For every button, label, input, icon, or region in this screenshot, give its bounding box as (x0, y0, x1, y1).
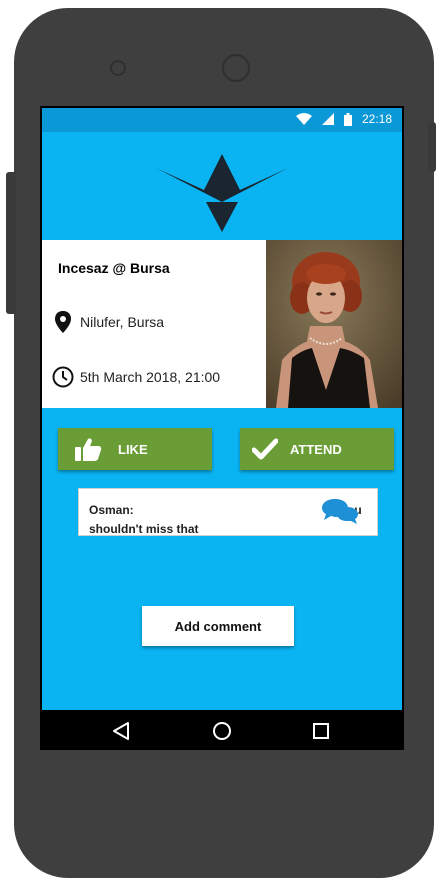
like-button[interactable]: LIKE (58, 428, 212, 470)
battery-icon (343, 112, 352, 126)
add-comment-button[interactable]: Add comment (142, 606, 294, 646)
event-location-text: Nilufer, Bursa (80, 314, 165, 330)
speaker-icon (110, 60, 126, 76)
location-pin-icon (55, 311, 71, 333)
volume-button[interactable] (6, 172, 16, 314)
comment-text: shouldn't miss that (89, 522, 199, 536)
wifi-icon (295, 113, 312, 125)
status-time: 22:18 (361, 112, 392, 126)
signal-icon (321, 113, 334, 125)
event-location: Nilufer, Bursa (52, 310, 164, 334)
bird-logo-icon (156, 154, 288, 232)
event-card[interactable]: Incesaz @ Bursa Nilufer, Bursa 5th March… (42, 240, 266, 408)
comment-author: Osman: (89, 503, 134, 517)
thumbs-up-icon (75, 438, 102, 461)
clock-icon (52, 366, 74, 388)
status-bar: 22:18 (42, 108, 402, 132)
recents-icon[interactable] (312, 722, 330, 740)
power-button[interactable] (428, 122, 436, 172)
attend-button[interactable]: ATTEND (240, 428, 394, 470)
navigation-bar (40, 710, 404, 750)
camera-icon (222, 54, 250, 82)
app-content: Incesaz @ Bursa Nilufer, Bursa 5th March… (42, 132, 402, 710)
event-title: Incesaz @ Bursa (58, 260, 170, 276)
attend-label: ATTEND (290, 441, 342, 457)
performer-photo (266, 240, 402, 408)
back-icon[interactable] (112, 721, 130, 741)
comment-item[interactable]: Osman: shouldn't miss that ou (78, 488, 378, 536)
checkmark-icon (252, 438, 278, 460)
event-datetime-text: 5th March 2018, 21:00 (80, 369, 221, 385)
event-datetime: 5th March 2018, 21:00 (52, 366, 220, 388)
chat-bubbles-icon[interactable] (321, 497, 359, 525)
home-icon[interactable] (212, 721, 232, 741)
event-photo[interactable] (266, 240, 402, 408)
screen: 22:18 Incesaz @ Bursa Nilufer, Bursa 5th… (40, 106, 404, 750)
like-label: LIKE (118, 441, 148, 457)
